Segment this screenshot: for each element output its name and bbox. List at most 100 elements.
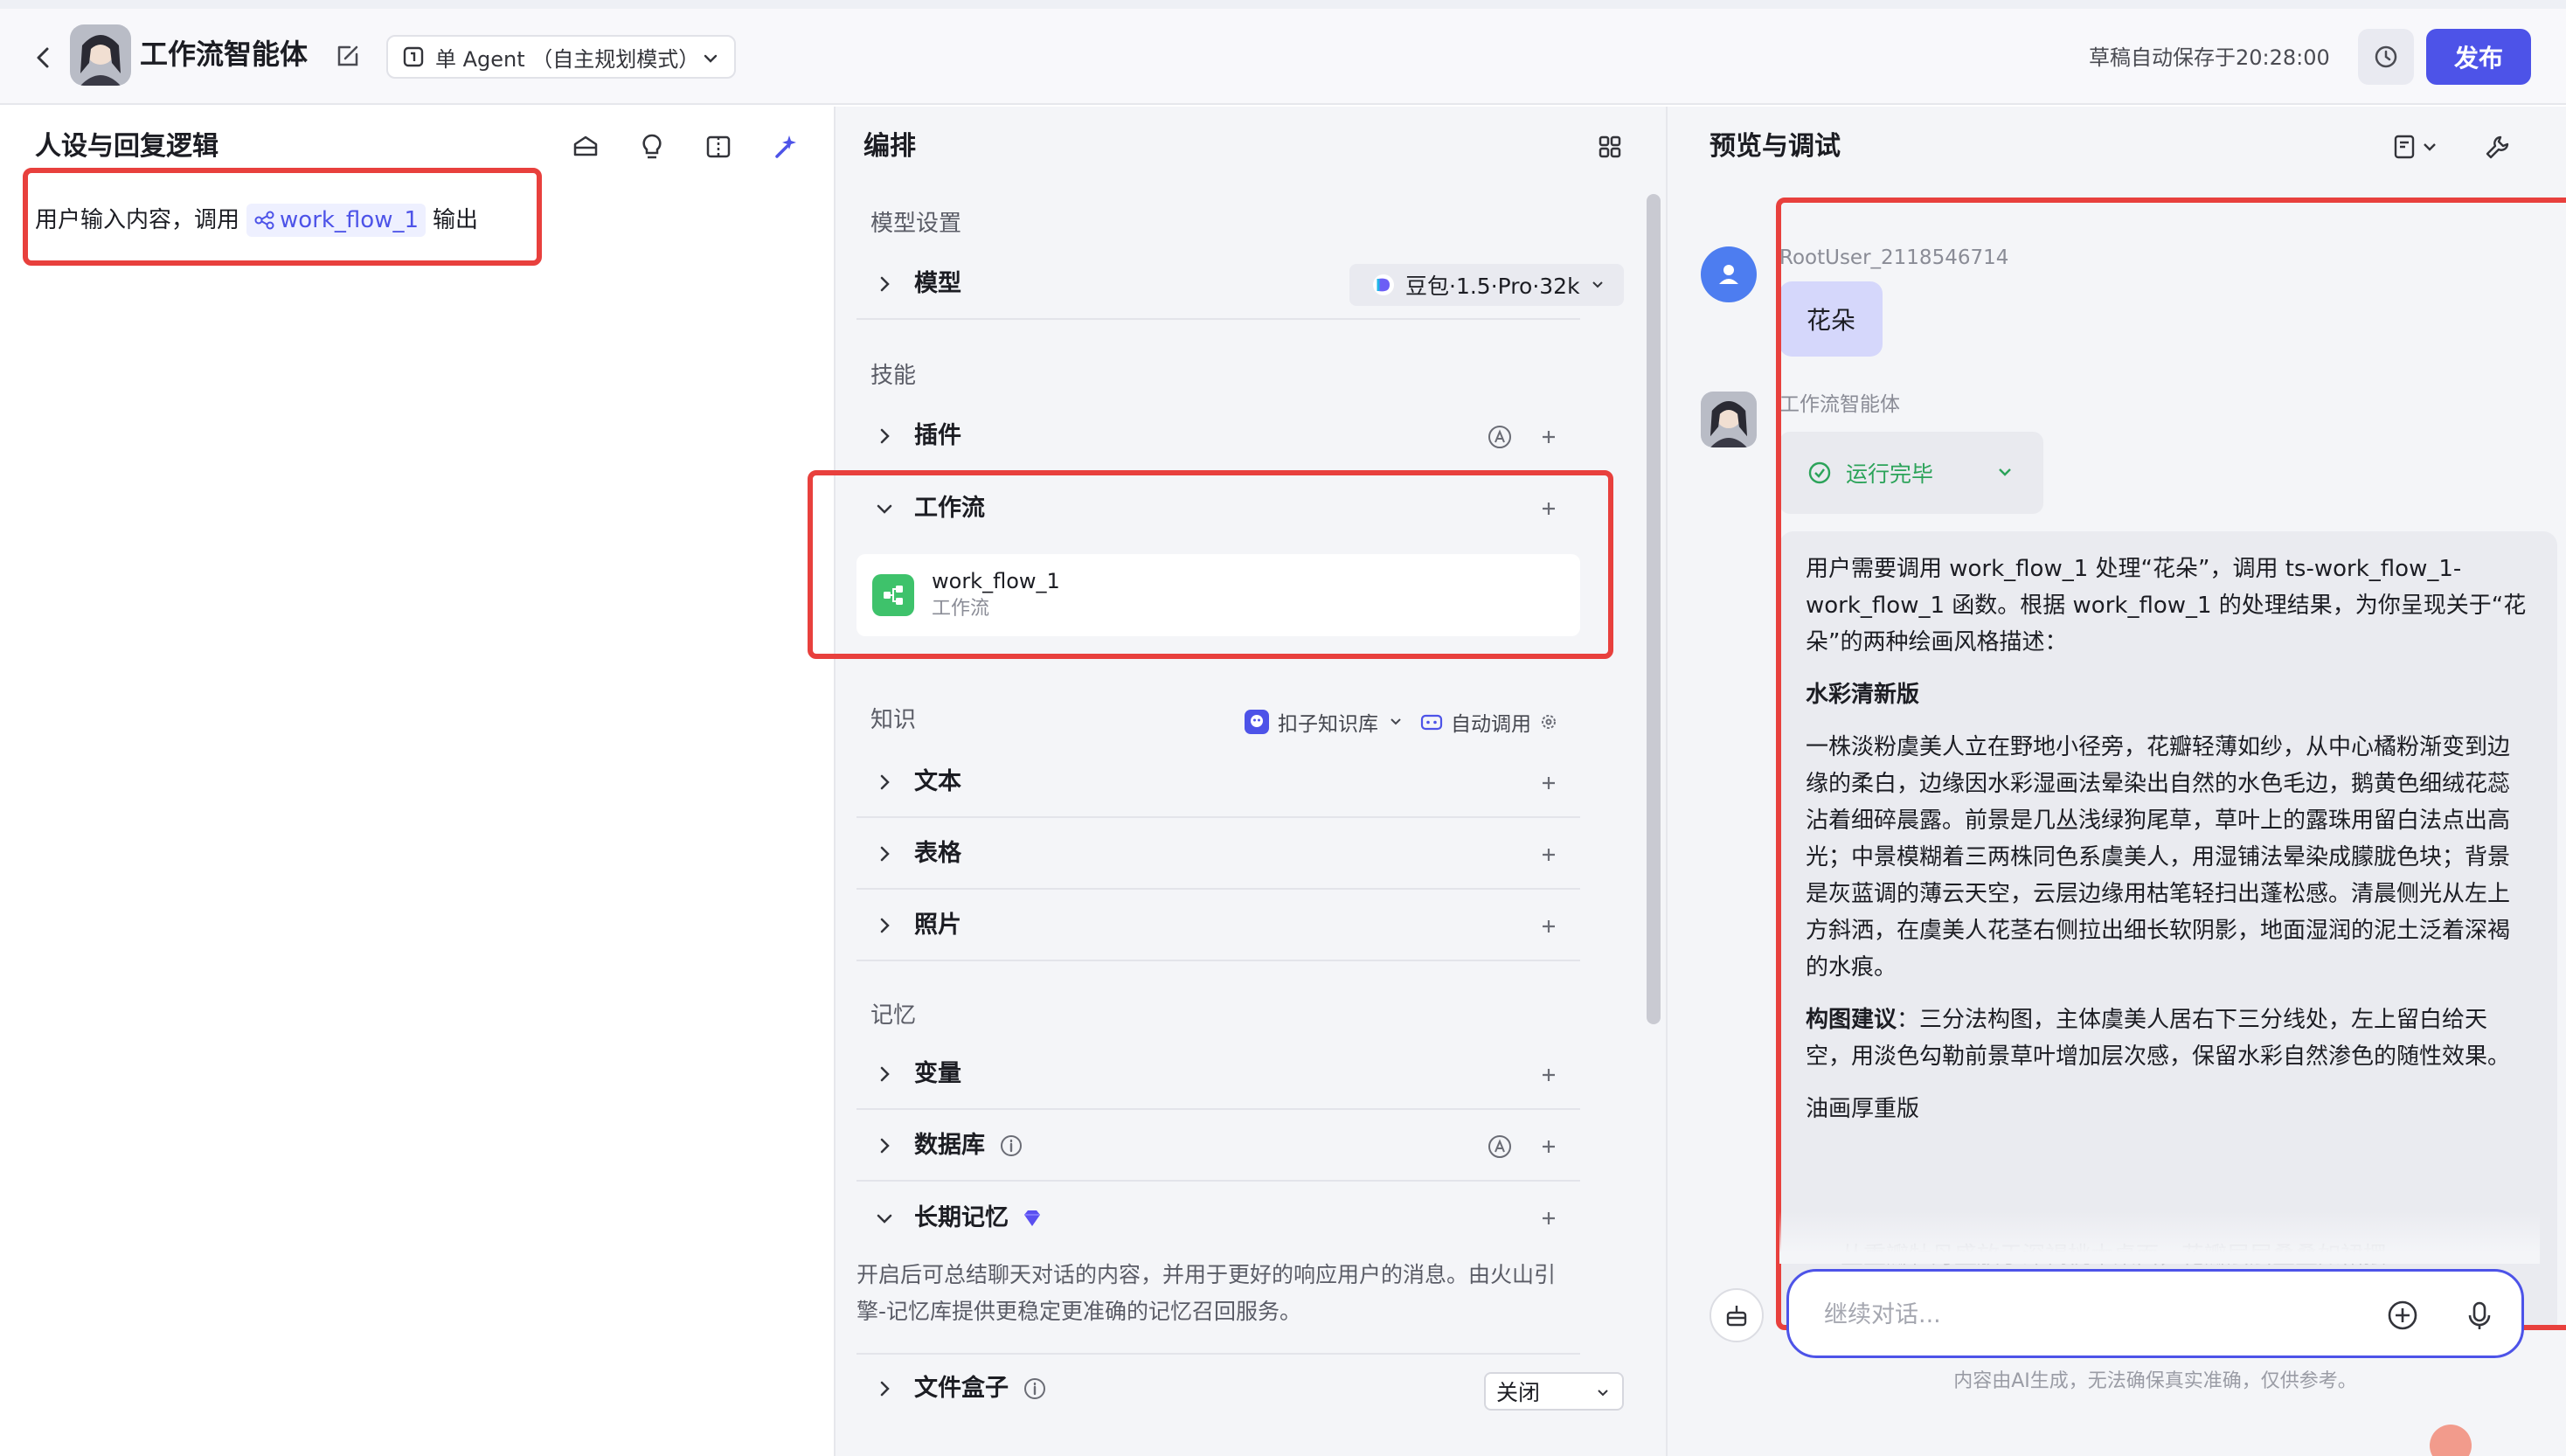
clear-context-button[interactable]: [1710, 1288, 1764, 1342]
model-label: 模型: [914, 270, 961, 297]
publish-button[interactable]: 发布: [2426, 29, 2531, 85]
chevron-down-icon: [872, 1206, 897, 1231]
premium-diamond-icon: [1024, 1210, 1040, 1226]
answer-heading: 油画厚重版: [1806, 1096, 1920, 1122]
database-row[interactable]: 数据库: [856, 1112, 1580, 1182]
agent-title: 工作流智能体: [140, 38, 309, 71]
workflow-item-card[interactable]: work_flow_1 工作流: [856, 554, 1580, 636]
check-circle-icon: [1808, 461, 1831, 484]
grid-layout-icon[interactable]: [1592, 129, 1627, 164]
edit-icon[interactable]: [334, 42, 362, 70]
table-knowledge-label: 表格: [914, 840, 961, 867]
debug-detail-select[interactable]: [2384, 129, 2445, 164]
model-row[interactable]: 模型 豆包·1.5·Pro·32k: [856, 250, 1624, 320]
knowledge-source-select[interactable]: 扣子知识库: [1243, 704, 1404, 739]
workflow-row[interactable]: 工作流: [856, 474, 1580, 544]
chevron-right-icon: [872, 1376, 897, 1401]
long-term-memory-description: 开启后可总结聊天对话的内容，并用于更好的响应用户的消息。由火山引擎-记忆库提供更…: [856, 1262, 1557, 1324]
add-memory-icon[interactable]: [1535, 1204, 1563, 1232]
add-photo-icon[interactable]: [1535, 912, 1563, 940]
chat-fade: [1779, 1211, 2540, 1264]
file-box-label: 文件盒子: [914, 1375, 1009, 1402]
model-select[interactable]: 豆包·1.5·Pro·32k: [1349, 264, 1624, 306]
history-icon: [2375, 45, 2397, 68]
ai-optimize-icon[interactable]: [767, 129, 802, 164]
workflow-icon: [254, 211, 274, 230]
info-icon[interactable]: [999, 1134, 1023, 1158]
photo-knowledge-row[interactable]: 照片: [856, 891, 1580, 961]
knowledge-group: 知识: [870, 707, 917, 733]
workflow-reference-chip[interactable]: work_flow_1: [246, 204, 427, 237]
model-value: 豆包·1.5·Pro·32k: [1405, 274, 1580, 299]
auto-mode-icon[interactable]: [1486, 1133, 1514, 1161]
long-term-memory-row[interactable]: 长期记忆: [856, 1183, 1580, 1253]
knowledge-call-mode[interactable]: 自动调用: [1419, 704, 1559, 739]
chat-input[interactable]: [1824, 1294, 2348, 1335]
microphone-icon[interactable]: [2462, 1298, 2497, 1333]
memory-group: 记忆: [870, 1002, 917, 1029]
chevron-down-icon: [1598, 1390, 1608, 1397]
auto-mode-icon[interactable]: [1486, 423, 1514, 451]
add-plugin-icon[interactable]: [1535, 423, 1563, 451]
skills-group: 技能: [870, 363, 917, 389]
settings-wrench-icon[interactable]: [2480, 129, 2515, 164]
run-status-label: 运行完毕: [1846, 461, 1934, 487]
back-icon[interactable]: [26, 40, 61, 75]
bot-avatar: [1701, 392, 1757, 447]
chevron-down-icon: [1592, 281, 1603, 288]
workflow-node-icon: [872, 574, 914, 616]
doubao-logo-icon: [1373, 274, 1394, 295]
add-attachment-icon[interactable]: [2385, 1298, 2420, 1333]
history-button[interactable]: [2358, 29, 2414, 85]
knowledge-source-label: 扣子知识库: [1278, 713, 1378, 736]
chevron-right-icon: [872, 770, 897, 794]
composition-label: 构图建议: [1806, 1007, 1897, 1033]
chevron-down-icon: [872, 496, 897, 521]
persona-panel: 人设与回复逻辑 用户输入内容，调用 work_flow_1 输出: [0, 107, 836, 1456]
arrange-scrollbar[interactable]: [1647, 194, 1661, 1024]
workflow-label: 工作流: [914, 495, 985, 522]
bot-name: 工作流智能体: [1779, 393, 1900, 416]
info-icon[interactable]: [1023, 1376, 1047, 1401]
bot-answer: 用户需要调用 work_flow_1 处理“花朵”，调用 ts-work_flo…: [1779, 531, 2557, 1328]
add-variable-icon[interactable]: [1535, 1061, 1563, 1089]
file-box-select[interactable]: 关闭: [1484, 1372, 1624, 1411]
chevron-right-icon: [872, 424, 897, 448]
variable-row[interactable]: 变量: [856, 1040, 1580, 1110]
user-avatar: [1701, 246, 1757, 302]
gear-icon[interactable]: [1538, 711, 1559, 732]
user-message: 花朵: [1779, 281, 1883, 357]
autosave-status: 草稿自动保存于20:28:00: [2089, 45, 2330, 70]
chevron-down-icon: [1999, 468, 2011, 476]
file-box-row[interactable]: 文件盒子 关闭: [856, 1353, 1624, 1423]
table-knowledge-row[interactable]: 表格: [856, 820, 1580, 890]
add-database-icon[interactable]: [1535, 1133, 1563, 1161]
text-knowledge-row[interactable]: 文本: [856, 748, 1580, 818]
persona-prompt[interactable]: 用户输入内容，调用 work_flow_1 输出: [35, 203, 478, 238]
knowledge-call-label: 自动调用: [1451, 713, 1531, 736]
chevron-right-icon: [872, 1062, 897, 1086]
chevron-right-icon: [872, 272, 897, 296]
text-knowledge-label: 文本: [914, 768, 961, 795]
file-box-value: 关闭: [1496, 1380, 1541, 1405]
chat-messages[interactable]: RootUser_2118546714 花朵 工作流智能体 运行完毕 用户需要调…: [1683, 198, 2566, 1328]
agent-mode-select[interactable]: 单 Agent （自主规划模式）: [386, 35, 736, 79]
top-header: 工作流智能体 单 Agent （自主规划模式） 草稿自动保存于20:28:00 …: [0, 9, 2566, 105]
add-table-icon[interactable]: [1535, 841, 1563, 869]
run-status-card[interactable]: 运行完毕: [1779, 432, 2043, 514]
add-text-icon[interactable]: [1535, 769, 1563, 797]
add-workflow-icon[interactable]: [1535, 495, 1563, 523]
plugin-row[interactable]: 插件: [856, 402, 1580, 472]
long-term-memory-label: 长期记忆: [914, 1204, 1009, 1231]
compare-layout-icon[interactable]: [701, 129, 736, 164]
preview-title: 预览与调试: [1710, 131, 1841, 162]
persona-title: 人设与回复逻辑: [35, 131, 218, 162]
agent-mode-icon: [403, 46, 424, 67]
answer-paragraph: 一株淡粉虞美人立在野地小径旁，花瓣轻薄如纱，从中心橘粉渐变到边缘的柔白，边缘因水…: [1806, 734, 2511, 981]
agent-avatar: [70, 24, 131, 86]
chat-input-box[interactable]: [1786, 1269, 2524, 1358]
tips-bulb-icon[interactable]: [635, 129, 669, 164]
chevron-down-icon: [704, 54, 718, 63]
chevron-right-icon: [872, 842, 897, 866]
prompt-library-icon[interactable]: [568, 129, 603, 164]
